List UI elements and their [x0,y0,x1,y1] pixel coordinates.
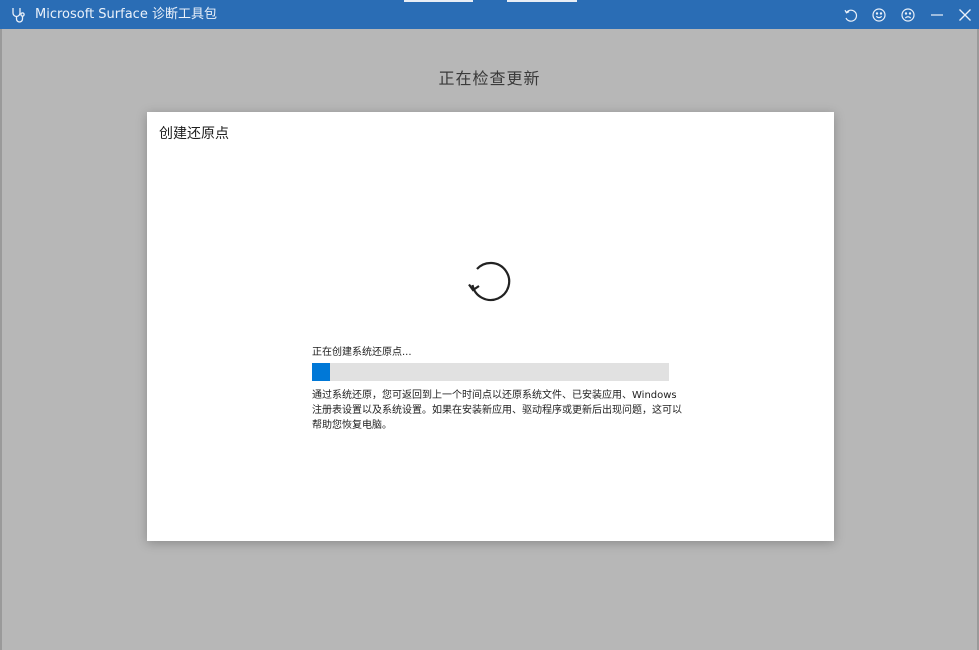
restore-point-dialog: 创建还原点 正在创建系统还原点... 通过系统还原，您可返回到上一个时间点以还原… [147,112,834,541]
dialog-title: 创建还原点 [159,126,229,142]
close-icon[interactable] [955,5,975,25]
title-tab-indicator [404,0,577,2]
restore-icon [464,254,518,308]
description-text: 通过系统还原，您可返回到上一个时间点以还原系统文件、已安装应用、Windows … [312,390,682,431]
page-heading: 正在检查更新 [438,69,541,88]
app-title: Microsoft Surface 诊断工具包 [35,7,217,22]
minimize-icon[interactable] [927,5,947,25]
frown-icon[interactable] [898,5,918,25]
progress-bar [312,363,669,381]
restart-icon[interactable] [841,5,861,25]
status-text: 正在创建系统还原点... [312,347,412,358]
progress-bar-fill [312,363,330,381]
smile-icon[interactable] [869,5,889,25]
stethoscope-icon [10,6,28,24]
title-bar: Microsoft Surface 诊断工具包 [0,0,979,29]
window-border-left [0,29,2,650]
